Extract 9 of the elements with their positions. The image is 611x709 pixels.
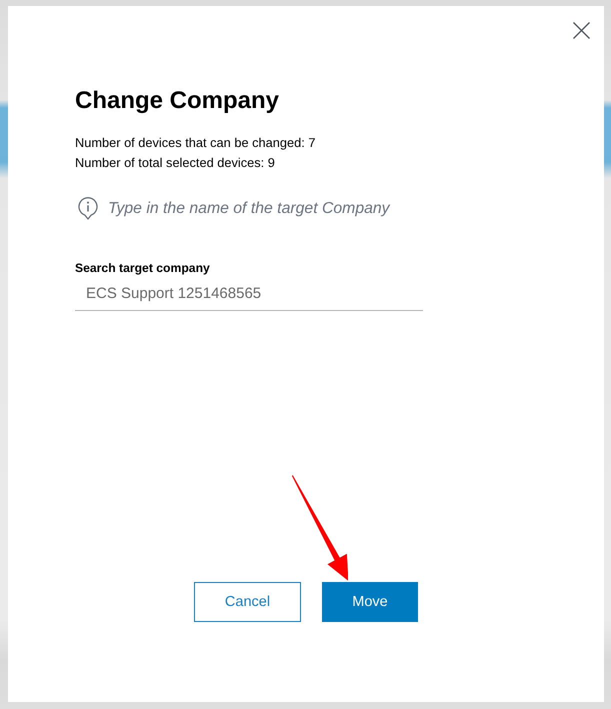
device-count-text: Number of total selected devices: 9 [75,154,275,172]
dialog-title: Change Company [75,87,280,115]
hint-text: Type in the name of the target Company [108,198,390,218]
info-icon [78,197,98,220]
close-icon[interactable] [573,22,590,39]
device-count-text: Number of devices that can be changed: 7 [75,134,316,152]
field-label: Search target company [75,260,210,276]
move-button[interactable]: Move [322,582,418,622]
cancel-button[interactable]: Cancel [194,582,301,622]
